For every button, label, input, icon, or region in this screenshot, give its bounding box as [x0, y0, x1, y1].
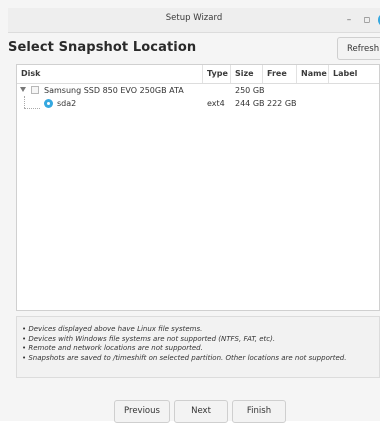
disk-size: 250 GB	[235, 86, 265, 95]
finish-button[interactable]: Finish	[232, 400, 286, 423]
title-bar: Setup Wizard – ◻	[8, 8, 380, 33]
table-row[interactable]: Samsung SSD 850 EVO 250GB ATA 250 GB	[17, 84, 379, 97]
partition-free: 222 GB	[267, 99, 297, 108]
partition-type: ext4	[207, 99, 225, 108]
setup-wizard-window: Setup Wizard – ◻ Select Snapshot Locatio…	[0, 0, 380, 423]
maximize-button[interactable]: ◻	[360, 13, 374, 27]
window-title: Setup Wizard	[165, 13, 223, 23]
note-line: • Devices displayed above have Linux fil…	[22, 325, 203, 333]
refresh-button[interactable]: Refresh	[337, 37, 380, 60]
next-button[interactable]: Next	[174, 400, 228, 423]
column-header-size[interactable]: Size	[231, 65, 263, 83]
table-row[interactable]: sda2 ext4 244 GB 222 GB	[17, 97, 379, 110]
note-line: • Snapshots are saved to /timeshift on s…	[22, 353, 347, 362]
column-header-label[interactable]: Label	[329, 65, 380, 83]
column-header-free[interactable]: Free	[263, 65, 297, 83]
minimize-button[interactable]: –	[342, 13, 356, 27]
info-notes: • Devices displayed above have Linux fil…	[16, 316, 380, 378]
disk-checkbox[interactable]	[31, 86, 39, 94]
column-header-name[interactable]: Name	[297, 65, 329, 83]
partition-size: 244 GB	[235, 99, 265, 108]
column-header-disk[interactable]: Disk	[17, 65, 203, 83]
partition-name: sda2	[57, 99, 77, 108]
disk-table: Disk Type Size Free Name Label Samsung S…	[16, 64, 380, 311]
column-header-type[interactable]: Type	[203, 65, 231, 83]
previous-button[interactable]: Previous	[114, 400, 170, 423]
partition-radio[interactable]	[44, 99, 53, 108]
disk-name: Samsung SSD 850 EVO 250GB ATA	[44, 86, 184, 95]
table-header: Disk Type Size Free Name Label	[17, 65, 379, 84]
note-line: • Remote and network locations are not s…	[22, 344, 203, 352]
expander-chevron-down-icon[interactable]	[20, 87, 26, 92]
page-title: Select Snapshot Location	[8, 40, 197, 55]
note-line: • Devices with Windows file systems are …	[22, 334, 276, 343]
